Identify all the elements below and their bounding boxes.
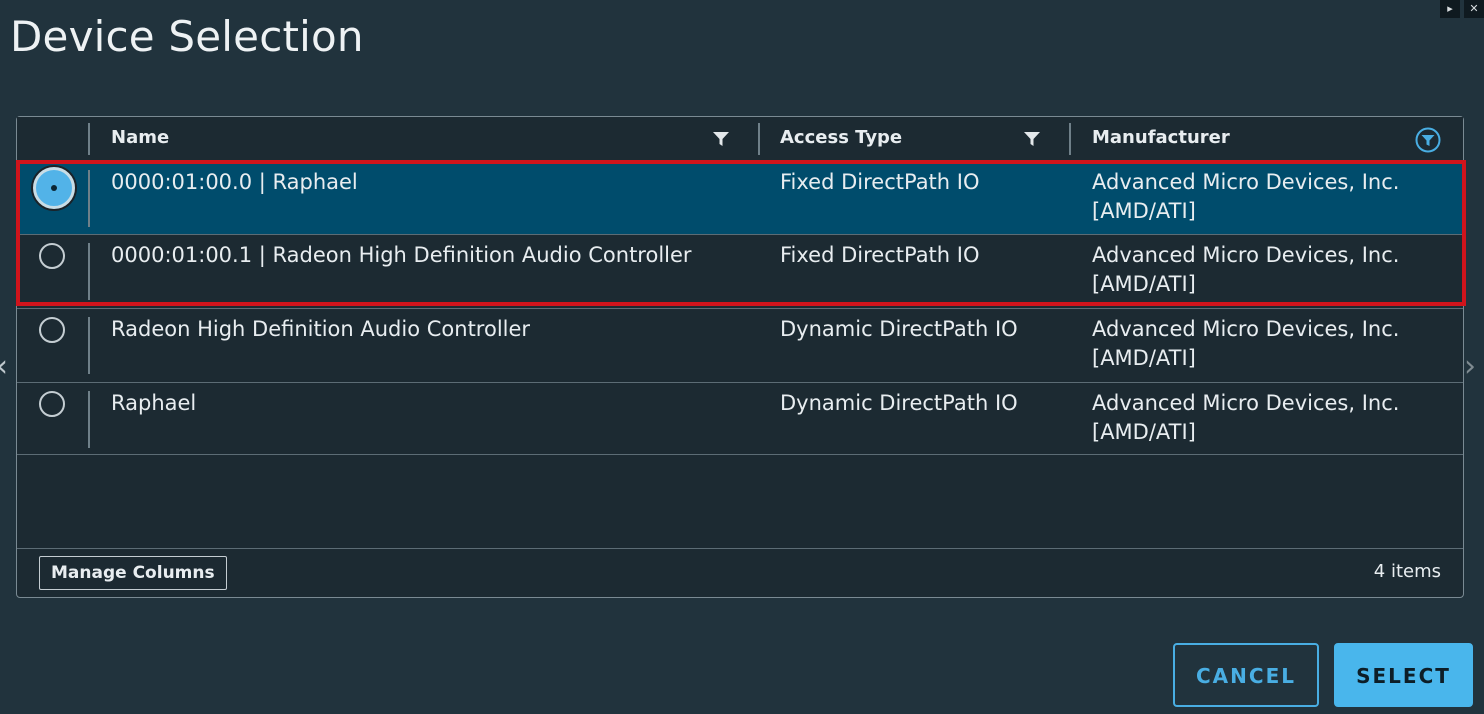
cancel-button[interactable]: CANCEL — [1173, 643, 1319, 707]
column-separator — [88, 170, 90, 227]
cell-name: Raphael — [111, 391, 197, 415]
column-separator[interactable] — [1069, 123, 1071, 155]
column-separator[interactable] — [758, 123, 760, 155]
cell-manufacturer: Advanced Micro Devices, Inc. [AMD/ATI] — [1092, 243, 1400, 296]
column-separator — [88, 123, 90, 155]
cell-name: Radeon High Definition Audio Controller — [111, 317, 531, 341]
corner-controls: ▸ ✕ — [1440, 0, 1484, 18]
cell-manufacturer: Advanced Micro Devices, Inc. [AMD/ATI] — [1092, 391, 1400, 444]
cell-manufacturer: Advanced Micro Devices, Inc. [AMD/ATI] — [1092, 170, 1400, 223]
manage-columns-button[interactable]: Manage Columns — [39, 556, 227, 590]
device-selection-dialog: Device Selection ▸ ✕ ‹ › Name Access Typ… — [0, 0, 1484, 714]
cell-name: 0000:01:00.1 | Radeon High Definition Au… — [111, 243, 692, 267]
cell-access-type: Fixed DirectPath IO — [780, 170, 980, 194]
grid-footer: Manage Columns 4 items — [17, 548, 1463, 598]
filter-icon[interactable] — [711, 129, 731, 149]
item-count: 4 items — [1373, 561, 1441, 582]
cell-name: 0000:01:00.0 | Raphael — [111, 170, 358, 194]
cell-access-type: Dynamic DirectPath IO — [780, 317, 1018, 341]
column-header-manufacturer[interactable]: Manufacturer — [1092, 117, 1230, 161]
filter-active-icon[interactable] — [1415, 127, 1441, 153]
chevron-left-icon[interactable]: ‹ — [0, 352, 8, 382]
row-radio[interactable] — [39, 243, 65, 269]
device-datagrid: Name Access Type Manufacturer 0000:01:00… — [16, 116, 1464, 598]
cell-access-type: Fixed DirectPath IO — [780, 243, 980, 267]
table-row[interactable]: 0000:01:00.0 | Raphael Fixed DirectPath … — [17, 161, 1463, 234]
cell-access-type: Dynamic DirectPath IO — [780, 391, 1018, 415]
table-row[interactable]: Raphael Dynamic DirectPath IO Advanced M… — [17, 382, 1463, 455]
table-row[interactable]: Radeon High Definition Audio Controller … — [17, 308, 1463, 381]
row-radio[interactable] — [39, 391, 65, 417]
close-icon[interactable]: ✕ — [1464, 0, 1484, 18]
table-row[interactable]: 0000:01:00.1 | Radeon High Definition Au… — [17, 234, 1463, 307]
column-header-name[interactable]: Name — [111, 117, 169, 161]
select-button[interactable]: SELECT — [1334, 643, 1473, 707]
filter-icon[interactable] — [1022, 129, 1042, 149]
row-radio-selected[interactable] — [33, 167, 75, 209]
row-radio[interactable] — [39, 317, 65, 343]
column-separator — [88, 391, 90, 448]
cell-manufacturer: Advanced Micro Devices, Inc. [AMD/ATI] — [1092, 317, 1400, 370]
dialog-title: Device Selection — [10, 12, 364, 61]
column-separator — [88, 317, 90, 374]
column-separator — [88, 243, 90, 300]
grid-header: Name Access Type Manufacturer — [17, 117, 1463, 161]
column-header-access-type[interactable]: Access Type — [780, 117, 902, 161]
chevron-right-icon[interactable]: › — [1464, 352, 1476, 382]
play-icon[interactable]: ▸ — [1440, 0, 1460, 18]
